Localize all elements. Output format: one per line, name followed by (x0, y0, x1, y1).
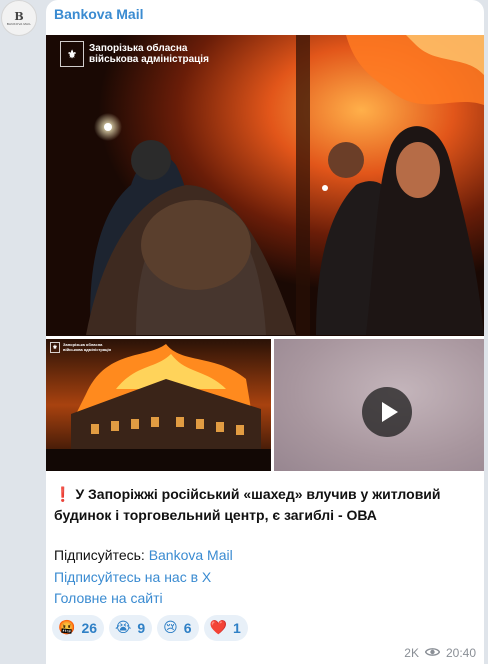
subscribe-line: Підписуйтесь: Bankova Mail (54, 547, 233, 563)
reaction-count: 9 (137, 620, 146, 636)
heart-icon: ❤️ (209, 620, 228, 636)
photo-main[interactable]: ⚜ Запорізька обласна військова адміністр… (46, 35, 484, 336)
watermark-line2: військова адміністрація (89, 54, 209, 65)
avatar-caption: BANKOVA MAIL (6, 21, 32, 26)
angry-face-icon: 🤬 (58, 620, 76, 636)
eye-icon (424, 646, 441, 660)
watermark-line1: Запорізька обласна (89, 42, 188, 54)
reaction-count: 26 (81, 620, 98, 636)
play-icon[interactable] (362, 387, 412, 437)
channel-name[interactable]: Bankova Mail (54, 6, 143, 22)
crest-icon: ⚜ (60, 41, 84, 67)
message-meta: 2K 20:40 (404, 646, 476, 660)
video-thumbnail[interactable] (274, 339, 484, 471)
message-bubble: Bankova Mail ⚜ Запорізька обласна військ… (46, 0, 484, 664)
crest-small-icon: ⚜ (50, 342, 60, 353)
site-link[interactable]: Головне на сайті (54, 590, 163, 606)
reaction-crying[interactable]: 😭 9 (109, 615, 153, 641)
loudly-crying-face-icon: 😭 (115, 620, 132, 636)
reaction-heart[interactable]: ❤️ 1 (203, 615, 248, 641)
photo-main-image (46, 35, 484, 336)
subscribe-link[interactable]: Bankova Mail (149, 547, 233, 563)
photo-main-watermark: ⚜ Запорізька обласна військова адміністр… (60, 41, 209, 67)
channel-avatar[interactable]: B BANKOVA MAIL (1, 0, 37, 36)
reaction-count: 6 (183, 620, 192, 636)
reaction-sad[interactable]: 😢 6 (157, 615, 199, 641)
post-headline: ❗ У Запоріжжі російський «шахед» влучив у… (54, 484, 478, 526)
crying-face-icon: 😢 (163, 620, 178, 636)
photo-building-watermark: ⚜ Запорізька обласна військова адміністр… (50, 342, 111, 353)
view-count: 2K (404, 646, 419, 660)
photo-building-image (46, 339, 271, 471)
message-time: 20:40 (445, 646, 476, 660)
subscribe-prefix: Підписуйтесь: (54, 547, 145, 563)
reaction-angry[interactable]: 🤬 26 (52, 615, 105, 641)
watermark-small-line2: військова адміністрація (63, 346, 111, 352)
alert-icon: ❗ (54, 486, 72, 502)
reaction-count: 1 (233, 620, 241, 636)
reactions-bar: 🤬 26 😭 9 😢 6 ❤️ 1 (52, 615, 248, 641)
avatar-monogram: B (14, 9, 24, 23)
photo-building[interactable]: ⚜ Запорізька обласна військова адміністр… (46, 339, 271, 471)
x-link[interactable]: Підписуйтесь на нас в Х (54, 569, 211, 585)
headline-text: У Запоріжжі російський «шахед» влучив у … (54, 486, 441, 523)
